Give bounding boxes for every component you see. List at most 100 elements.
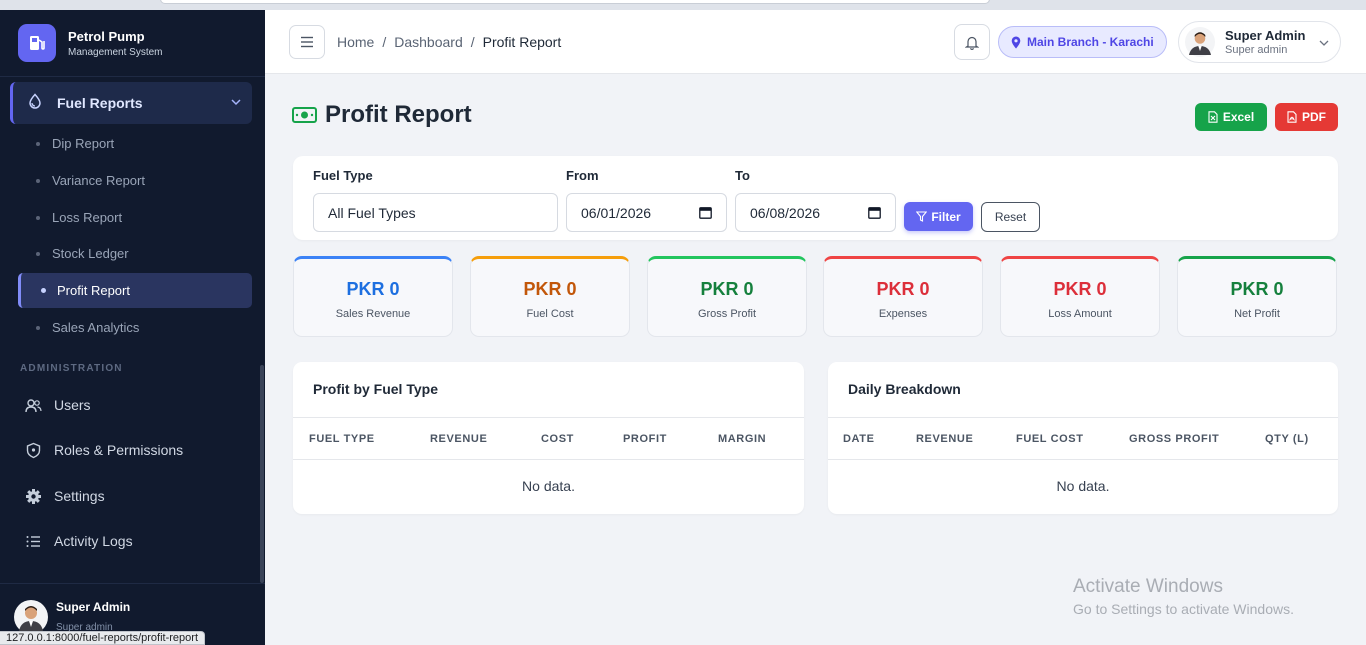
sidebar-item-users[interactable]: Users [24,396,91,414]
stat-label: Net Profit [1234,308,1280,320]
export-pdf-button[interactable]: PDF [1275,103,1338,131]
money-bill-icon [292,107,317,123]
stat-card-net-profit: PKR 0 Net Profit [1177,256,1337,337]
sidebar: Petrol Pump Management System Fuel Repor… [0,10,265,645]
branch-selector[interactable]: Main Branch - Karachi [998,26,1167,58]
column-header[interactable]: FUEL COST [1016,433,1084,445]
bullet-icon [41,288,46,293]
sidebar-item-label: Sales Analytics [52,320,140,335]
sidebar-item-settings[interactable]: Settings [24,487,105,505]
sidebar-subitem-dip-report[interactable]: Dip Report [36,136,114,151]
sidebar-subitem-stock-ledger[interactable]: Stock Ledger [36,246,129,261]
column-header[interactable]: GROSS PROFIT [1129,433,1219,445]
brand-title: Petrol Pump [68,28,145,44]
stat-card-loss-amount: PKR 0 Loss Amount [1000,256,1160,337]
sidebar-user[interactable]: Super Admin Super admin [14,600,130,634]
column-header[interactable]: PROFIT [623,433,667,445]
sidebar-subitem-sales-analytics[interactable]: Sales Analytics [36,320,139,335]
stat-label: Sales Revenue [335,308,411,320]
calendar-icon[interactable] [868,206,881,219]
page-title-text: Profit Report [325,101,472,128]
droplet-icon [27,92,43,114]
sidebar-item-fuel-reports[interactable]: Fuel Reports [10,82,252,124]
user-role: Super admin [1225,44,1288,56]
bullet-icon [36,325,40,330]
calendar-icon[interactable] [699,206,712,219]
column-header[interactable]: REVENUE [916,433,973,445]
breadcrumb-dashboard[interactable]: Dashboard [394,34,463,50]
daily-breakdown-table: Daily Breakdown DATE REVENUE FUEL COST G… [828,362,1338,514]
filter-label: Filter [931,209,961,224]
stat-label: Expenses [878,308,928,320]
bullet-icon [36,215,40,220]
stat-card-expenses: PKR 0 Expenses [823,256,983,337]
sidebar-item-label: Fuel Reports [57,95,143,111]
watermark-line-2: Go to Settings to activate Windows. [1073,601,1294,617]
fuel-type-value: All Fuel Types [328,204,416,221]
sidebar-subitem-loss-report[interactable]: Loss Report [36,210,122,225]
page-title: Profit Report [292,101,472,129]
from-date-input[interactable]: 06/01/2026 [566,193,727,232]
empty-state: No data. [522,478,575,494]
file-pdf-icon [1287,111,1297,123]
notifications-button[interactable] [954,24,990,60]
breadcrumb-separator: / [470,34,475,50]
chevron-down-icon [1318,36,1330,54]
reset-button[interactable]: Reset [981,202,1040,232]
status-bar-url: 127.0.0.1:8000/fuel-reports/profit-repor… [0,631,206,645]
breadcrumb-home[interactable]: Home [337,34,374,50]
brand[interactable]: Petrol Pump Management System [18,24,163,62]
breadcrumb: Home / Dashboard / Profit Report [337,34,561,50]
table-title: Daily Breakdown [848,381,961,397]
fuel-type-select[interactable]: All Fuel Types [313,193,558,232]
column-header[interactable]: FUEL TYPE [309,433,375,445]
browser-address-bar[interactable] [160,0,990,4]
sidebar-item-label: Users [54,397,91,413]
menu-toggle-button[interactable] [289,25,325,59]
stat-value: PKR 0 [1053,279,1107,299]
filter-card: Fuel Type All Fuel Types From 06/01/2026… [293,156,1338,240]
file-excel-icon [1208,111,1218,123]
sidebar-item-label: Activity Logs [54,533,133,549]
column-header[interactable]: MARGIN [718,433,766,445]
filter-button[interactable]: Filter [904,202,973,231]
sidebar-item-label: Settings [54,488,105,504]
browser-strip [0,0,1366,10]
sidebar-item-roles-permissions[interactable]: Roles & Permissions [24,441,183,459]
sidebar-item-activity-logs[interactable]: Activity Logs [24,532,133,550]
sidebar-item-label: Profit Report [57,283,130,298]
sidebar-item-label: Stock Ledger [52,246,129,261]
user-name: Super Admin [1225,28,1306,43]
users-icon [24,396,42,414]
user-menu[interactable]: Super Admin Super admin [1178,21,1341,63]
column-header[interactable]: REVENUE [430,433,487,445]
fuel-pump-logo-icon [18,24,56,62]
sidebar-subitem-profit-report[interactable]: Profit Report [18,273,252,308]
column-header[interactable]: QTY (L) [1265,433,1309,445]
fuel-type-label: Fuel Type [313,168,373,183]
stat-value: PKR 0 [1230,279,1284,299]
sidebar-subitem-variance-report[interactable]: Variance Report [36,173,145,188]
hamburger-icon [301,36,313,48]
stat-value: PKR 0 [876,279,930,299]
sidebar-item-label: Roles & Permissions [54,442,184,458]
stat-value: PKR 0 [523,279,577,299]
chevron-down-icon [230,95,242,113]
sidebar-scrollbar[interactable] [260,365,264,583]
table-header-row: FUEL TYPE REVENUE COST PROFIT MARGIN [293,417,804,460]
column-header[interactable]: COST [541,433,574,445]
table-header-row: DATE REVENUE FUEL COST GROSS PROFIT QTY … [828,417,1338,460]
excel-label: Excel [1222,110,1255,124]
sidebar-item-label: Dip Report [52,136,115,151]
stat-card-fuel-cost: PKR 0 Fuel Cost [470,256,630,337]
to-date-input[interactable]: 06/08/2026 [735,193,896,232]
breadcrumb-separator: / [382,34,387,50]
topbar: Home / Dashboard / Profit Report Main Br… [265,10,1366,74]
from-date-label: From [566,168,599,183]
shield-icon [24,441,42,459]
watermark-line-1: Activate Windows [1073,576,1223,597]
column-header[interactable]: DATE [843,433,875,445]
stat-value: PKR 0 [700,279,754,299]
export-excel-button[interactable]: Excel [1195,103,1267,131]
sidebar-item-label: Variance Report [52,173,145,188]
